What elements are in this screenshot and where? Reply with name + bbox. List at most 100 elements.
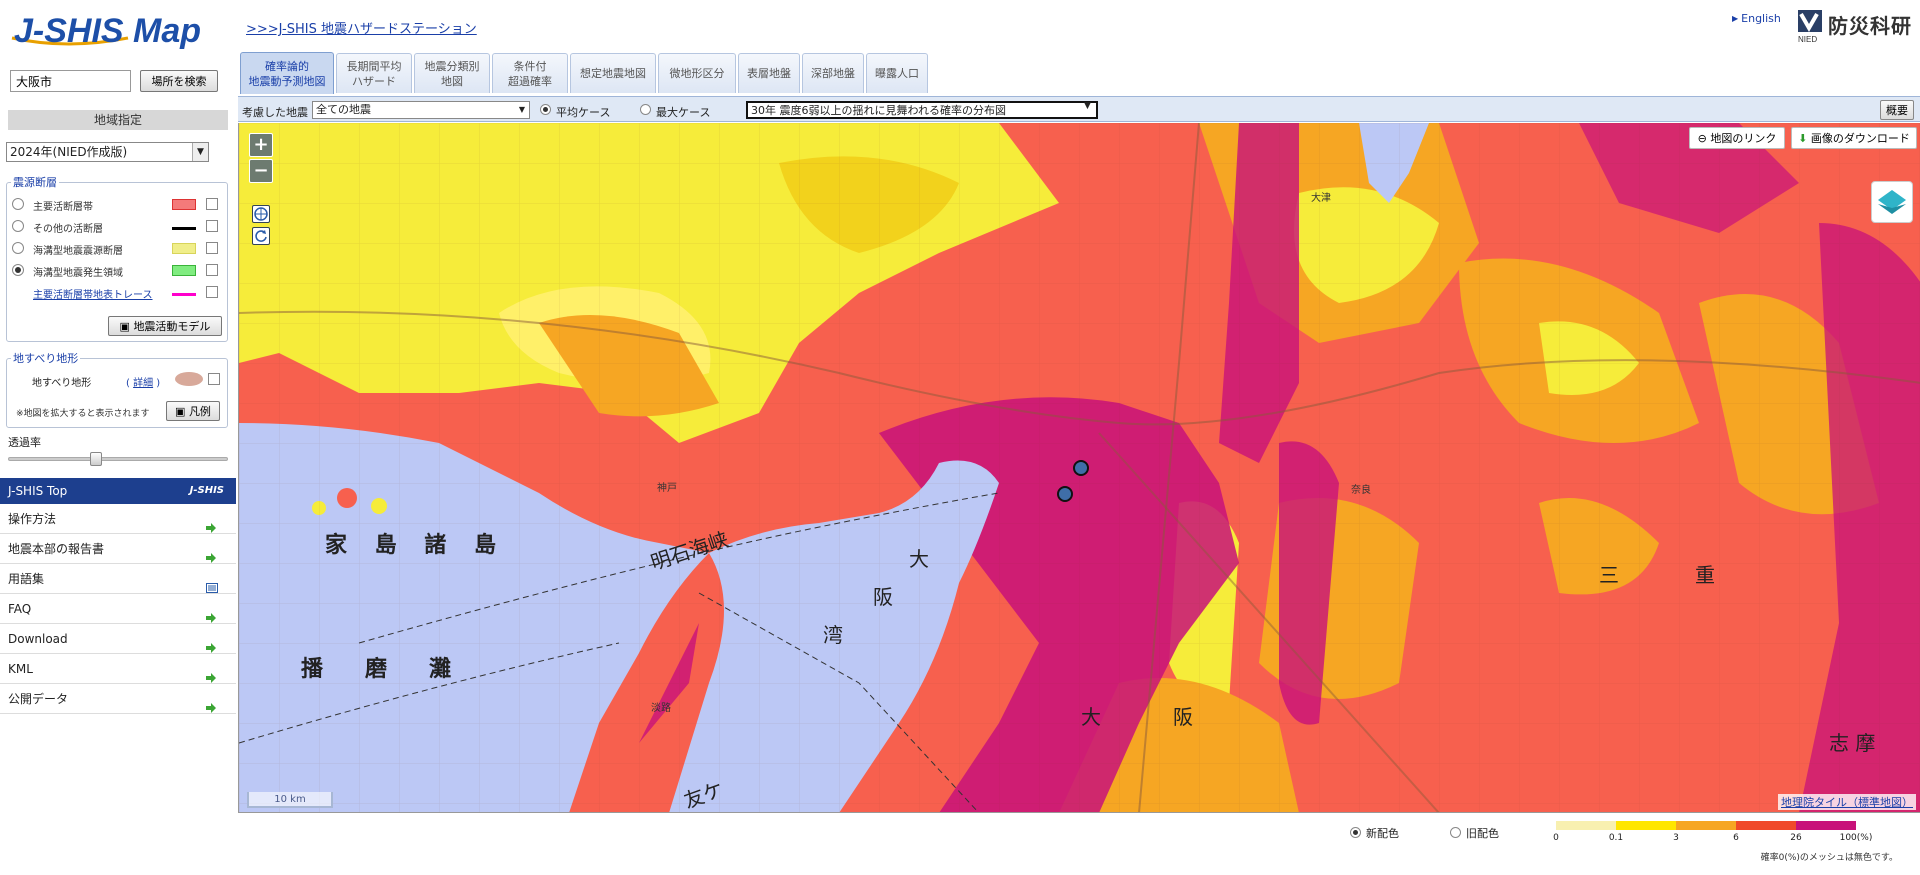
fault-trace-link[interactable]: 主要活断層帯地表トレース xyxy=(33,286,153,301)
tab-label-line2: 地図 xyxy=(441,74,463,88)
location-marker[interactable] xyxy=(1057,486,1073,502)
map-label-osaka-pref-2: 阪 xyxy=(1173,705,1193,729)
hazard-station-link[interactable]: >>>J-SHIS 地震ハザードステーション xyxy=(246,18,477,37)
tab-7[interactable]: 深部地盤 xyxy=(802,53,864,93)
map-label-harima: 播 磨 灘 xyxy=(301,656,462,682)
landslide-checkbox[interactable] xyxy=(208,373,220,385)
nav-item[interactable]: 操作方法 xyxy=(0,504,236,534)
tab-2[interactable]: 地震分類別 地図 xyxy=(414,53,490,93)
landslide-label: 地すべり地形 xyxy=(32,378,92,389)
landslide-detail-link[interactable]: ( 詳細 ) xyxy=(126,374,160,389)
considered-select[interactable]: 全ての地震 ▼ xyxy=(312,101,530,119)
average-case-radio[interactable] xyxy=(540,104,551,115)
fault-radio[interactable] xyxy=(12,220,24,232)
nav-item[interactable]: FAQ xyxy=(0,594,236,624)
model-icon: ▣ xyxy=(119,320,134,333)
map-label-osaka-pref-1: 大 xyxy=(1081,705,1101,729)
activity-model-button[interactable]: ▣ 地震活動モデル xyxy=(108,316,222,336)
max-case-label: 最大ケース xyxy=(656,106,711,119)
tab-label-line1: 想定地震地図 xyxy=(580,67,646,80)
map-label-osaka-bay-1: 大 xyxy=(909,547,929,571)
layers-icon[interactable] xyxy=(1871,181,1913,223)
tab-label: 想定地震地図 xyxy=(580,66,646,81)
arrow-right-icon xyxy=(206,514,216,533)
arrow-right-icon xyxy=(206,604,216,623)
color-bar-tick: 100(%) xyxy=(1839,833,1873,843)
fault-radio[interactable] xyxy=(12,198,24,210)
location-marker[interactable] xyxy=(1073,460,1089,476)
fault-checkbox[interactable] xyxy=(206,242,218,254)
nav-item[interactable]: 地震本部の報告書 xyxy=(0,534,236,564)
hazard-map[interactable]: + − ⊖ 地図のリンク ⬇ 画像のダウンロード 家 島 諸 島 播 磨 灘 明… xyxy=(238,123,1920,813)
nav-item[interactable]: Download xyxy=(0,624,236,654)
old-scheme-radio[interactable] xyxy=(1450,827,1461,838)
zoom-in-button[interactable]: + xyxy=(249,133,273,157)
legend-note: 確率0(%)のメッシュは無色です。 xyxy=(1760,853,1898,863)
color-bar-tick: 0 xyxy=(1553,833,1559,843)
map-label-osaka-bay-3: 湾 xyxy=(823,623,843,647)
tab-label-line1: 地震分類別 xyxy=(424,59,480,73)
tab-8[interactable]: 曝露人口 xyxy=(866,53,928,93)
color-bar-tick: 6 xyxy=(1733,833,1739,843)
image-download-label: 画像のダウンロード xyxy=(1810,132,1910,145)
english-link[interactable]: English xyxy=(1732,12,1781,25)
fault-radio[interactable] xyxy=(12,242,24,254)
fault-row-trench-source[interactable]: 海溝型地震震源断層 xyxy=(6,240,218,257)
gsi-tile-link[interactable]: 地理院タイル（標準地図） xyxy=(1778,794,1916,810)
opacity-slider-handle[interactable] xyxy=(90,452,102,466)
tab-0[interactable]: 確率論的 地震動予測地図 xyxy=(240,52,334,94)
fault-row-other[interactable]: その他の活断層 xyxy=(6,218,218,235)
zoom-out-button[interactable]: − xyxy=(249,159,273,183)
overview-button[interactable]: 概要 xyxy=(1880,100,1914,120)
nav-item[interactable]: 用語集 xyxy=(0,564,236,594)
opacity-slider[interactable] xyxy=(8,457,228,461)
tab-1[interactable]: 長期間平均 ハザード xyxy=(336,53,412,93)
tab-5[interactable]: 微地形区分 xyxy=(658,53,736,93)
fault-checkbox[interactable] xyxy=(206,286,218,298)
considered-label: 考慮した地震 xyxy=(242,106,308,119)
year-select-value: 2024年(NIED作成版) xyxy=(10,145,128,159)
landslide-detail-text[interactable]: 詳細 xyxy=(133,378,153,389)
image-download-button[interactable]: ⬇ 画像のダウンロード xyxy=(1791,127,1917,149)
chevron-down-icon[interactable]: ▼ xyxy=(1084,101,1091,111)
fault-row-trench-area[interactable]: 海溝型地震発生領域 xyxy=(6,262,218,279)
arrow-right-icon xyxy=(206,544,216,563)
arrow-right-icon xyxy=(206,664,216,683)
globe-icon[interactable] xyxy=(252,205,270,223)
landslide-color-swatch xyxy=(175,372,203,386)
color-bar-segment xyxy=(1676,821,1736,830)
jshis-map-logo[interactable]: J-SHIS Map xyxy=(8,8,230,54)
search-button[interactable]: 場所を検索 xyxy=(140,70,218,92)
tab-label-line1: 曝露人口 xyxy=(875,67,919,80)
year-select[interactable]: 2024年(NIED作成版) ▼ xyxy=(6,142,209,162)
fault-row-trace[interactable]: 主要活断層帯地表トレース xyxy=(6,284,218,301)
map-label-shima: 志 摩 xyxy=(1829,731,1876,755)
tab-3[interactable]: 条件付 超過確率 xyxy=(492,53,568,93)
org-name: 防災科研 xyxy=(1828,14,1912,38)
map-type-select[interactable]: 30年 震度6弱以上の揺れに見舞われる確率の分布図 xyxy=(746,101,1098,119)
nav-item[interactable]: 公開データ xyxy=(0,684,236,714)
new-scheme-radio[interactable] xyxy=(1350,827,1361,838)
fault-label: 主要活断層帯 xyxy=(33,202,93,213)
link-icon: ⊖ xyxy=(1697,132,1711,145)
refresh-icon[interactable] xyxy=(252,227,270,245)
jshis-top-link[interactable]: J-SHIS Top J-SHIS xyxy=(0,478,236,504)
legend-button[interactable]: ▣ 凡例 xyxy=(166,401,220,421)
nav-item[interactable]: KML xyxy=(0,654,236,684)
map-label-kobe: 神戸 xyxy=(657,483,677,494)
tab-6[interactable]: 表層地盤 xyxy=(738,53,800,93)
fault-radio[interactable] xyxy=(12,264,24,276)
fault-panel-title: 震源断層 xyxy=(13,176,57,189)
map-link-button[interactable]: ⊖ 地図のリンク xyxy=(1689,127,1785,149)
arrow-right-icon xyxy=(206,694,216,713)
max-case-radio[interactable] xyxy=(640,104,651,115)
fault-checkbox[interactable] xyxy=(206,198,218,210)
tab-label: 長期間平均 ハザード xyxy=(347,59,402,89)
fault-checkbox[interactable] xyxy=(206,220,218,232)
map-label-mie-2: 重 xyxy=(1695,563,1715,587)
fault-checkbox[interactable] xyxy=(206,264,218,276)
tab-4[interactable]: 想定地震地図 xyxy=(570,53,656,93)
nav-item-label: 操作方法 xyxy=(8,512,57,526)
search-input[interactable] xyxy=(10,70,131,92)
fault-row-major[interactable]: 主要活断層帯 xyxy=(6,196,218,213)
